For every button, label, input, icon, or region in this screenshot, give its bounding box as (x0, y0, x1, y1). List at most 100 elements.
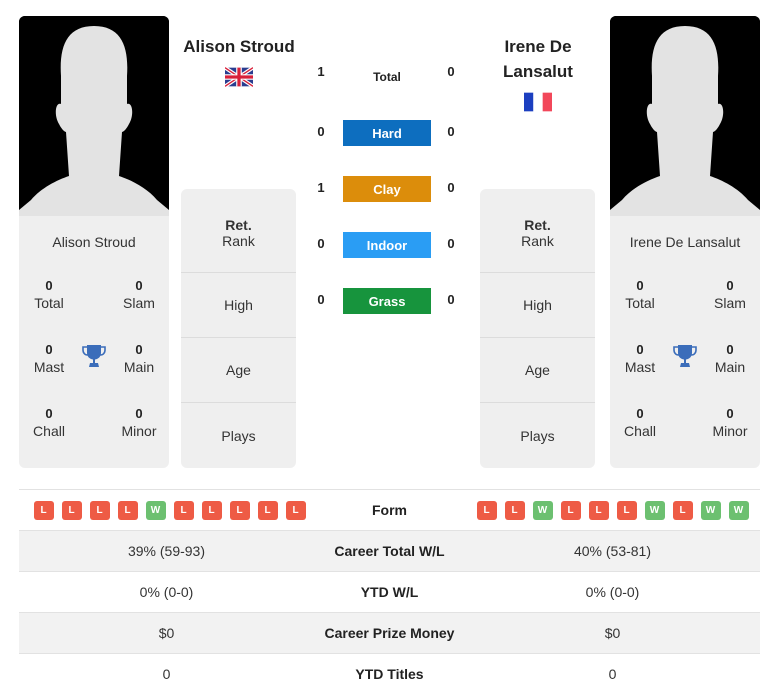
titles-slam-label: Slam (714, 295, 746, 311)
form-loss-badge[interactable]: L (257, 500, 278, 520)
h2h-total-p1: 1 (317, 64, 325, 79)
titles-total-value: 0 (636, 278, 644, 293)
titles-mast-value: 0 (45, 342, 53, 357)
form-loss-badge[interactable]: L (33, 500, 54, 520)
titles-total-value: 0 (45, 278, 53, 293)
player2-high: High (480, 273, 595, 338)
h2h-row-clay: 1 Clay 0 (305, 176, 470, 202)
form-loss-badge[interactable]: L (89, 500, 110, 520)
titles-main-label: Main (714, 359, 746, 375)
titles-total: 0 Total (610, 278, 670, 311)
h2h-hard-p2: 0 (447, 124, 455, 139)
table-row: 39% (59-93) Career Total W/L 40% (53-81) (19, 530, 760, 571)
player1-titles: 0 Total 0 Slam 0 Mast 0 Main 0 Chall 0 Minor (19, 278, 169, 468)
titles-slam: 0 Slam (109, 278, 169, 311)
player1-age-label: Age (226, 362, 251, 378)
surface-clay-badge[interactable]: Clay (343, 176, 431, 202)
h2h-total-p2: 0 (447, 64, 455, 79)
player2-form-list: LLWLLLWLWW (465, 500, 760, 520)
titles-mast-label: Mast (33, 359, 65, 375)
career-wl-p1: 39% (59-93) (127, 543, 206, 559)
player2-form: LLWLLLWLWW (465, 500, 760, 520)
player1-name[interactable]: Alison Stroud (174, 34, 304, 59)
form-loss-badge[interactable]: L (285, 500, 306, 520)
form-win-badge[interactable]: W (700, 500, 721, 520)
h2h-clay-p1: 1 (317, 180, 325, 195)
ytd-wl-p1: 0% (0-0) (139, 584, 194, 600)
player1-rank-label: Rank (222, 232, 255, 249)
player-silhouette-icon (610, 16, 760, 216)
player1-form: LLLLWLLLLL (19, 500, 314, 520)
form-loss-badge[interactable]: L (117, 500, 138, 520)
form-loss-badge[interactable]: L (229, 500, 250, 520)
surface-grass-badge[interactable]: Grass (343, 288, 431, 314)
titles-slam-value: 0 (135, 278, 143, 293)
player2-card-name[interactable]: Irene De Lansalut (610, 234, 760, 254)
titles-chall-value: 0 (45, 406, 53, 421)
titles-main: 0 Main (700, 342, 760, 375)
player1-form-list: LLLLWLLLLL (25, 500, 314, 520)
form-loss-badge[interactable]: L (504, 500, 525, 520)
titles-minor: 0 Minor (109, 406, 169, 439)
ytd-titles-label: YTD Titles (355, 666, 424, 682)
titles-slam-label: Slam (123, 295, 155, 311)
titles-slam: 0 Slam (700, 278, 760, 311)
prize-money-p1: $0 (158, 625, 175, 641)
surface-hard-badge[interactable]: Hard (343, 120, 431, 146)
form-loss-badge[interactable]: L (672, 500, 693, 520)
form-label: Form (372, 502, 407, 518)
titles-mast-label: Mast (624, 359, 656, 375)
player2-plays: Plays (480, 403, 595, 468)
player2-age-label: Age (525, 362, 550, 378)
career-wl-p2: 40% (53-81) (573, 543, 652, 559)
form-win-badge[interactable]: W (644, 500, 665, 520)
player2-rank: Ret. Rank (480, 189, 595, 273)
table-row: 0% (0-0) YTD W/L 0% (0-0) (19, 571, 760, 612)
h2h-row-grass: 0 Grass 0 (305, 288, 470, 314)
form-loss-badge[interactable]: L (201, 500, 222, 520)
player1-card-name[interactable]: Alison Stroud (19, 234, 169, 254)
titles-minor-label: Minor (712, 423, 748, 439)
form-loss-badge[interactable]: L (588, 500, 609, 520)
titles-mast: 0 Mast (19, 342, 79, 375)
titles-minor-label: Minor (121, 423, 157, 439)
player1-high: High (181, 273, 296, 338)
h2h-grass-p1: 0 (317, 292, 325, 307)
form-loss-badge[interactable]: L (61, 500, 82, 520)
titles-main-value: 0 (726, 342, 734, 357)
player-silhouette-icon (19, 16, 169, 216)
player1-info-card: Ret. Rank High Age Plays (181, 189, 296, 468)
titles-total: 0 Total (19, 278, 79, 311)
form-win-badge[interactable]: W (728, 500, 749, 520)
player2-profile-card: Irene De Lansalut 0 Total 0 Slam 0 Mast 0 Ma… (610, 16, 760, 468)
ytd-wl-p2: 0% (0-0) (585, 584, 640, 600)
form-loss-badge[interactable]: L (560, 500, 581, 520)
player2-rank-value: Ret. (524, 216, 551, 233)
form-win-badge[interactable]: W (532, 500, 553, 520)
player1-plays-label: Plays (221, 427, 256, 444)
player2-photo (610, 16, 760, 216)
titles-total-label: Total (34, 295, 64, 311)
trophy-icon (82, 345, 106, 367)
h2h-indoor-p2: 0 (447, 236, 455, 251)
player1-high-label: High (224, 297, 253, 313)
form-loss-badge[interactable]: L (173, 500, 194, 520)
ytd-titles-p2: 0 (608, 666, 617, 682)
surface-indoor-badge[interactable]: Indoor (343, 232, 431, 258)
player1-plays: Plays (181, 403, 296, 468)
trophy-icon (673, 345, 697, 367)
prize-money-p2: $0 (604, 625, 621, 641)
form-win-badge[interactable]: W (145, 500, 166, 520)
player1-rank: Ret. Rank (181, 189, 296, 273)
h2h-grass-p2: 0 (447, 292, 455, 307)
form-loss-badge[interactable]: L (616, 500, 637, 520)
titles-chall: 0 Chall (19, 406, 79, 439)
player2-name[interactable]: Irene De Lansalut (473, 34, 603, 84)
player2-high-label: High (523, 297, 552, 313)
h2h-total-label: Total (373, 70, 401, 84)
france-flag-icon (524, 92, 552, 112)
form-loss-badge[interactable]: L (476, 500, 497, 520)
h2h-hard-p1: 0 (317, 124, 325, 139)
titles-chall-value: 0 (636, 406, 644, 421)
player1-rank-value: Ret. (225, 216, 252, 233)
